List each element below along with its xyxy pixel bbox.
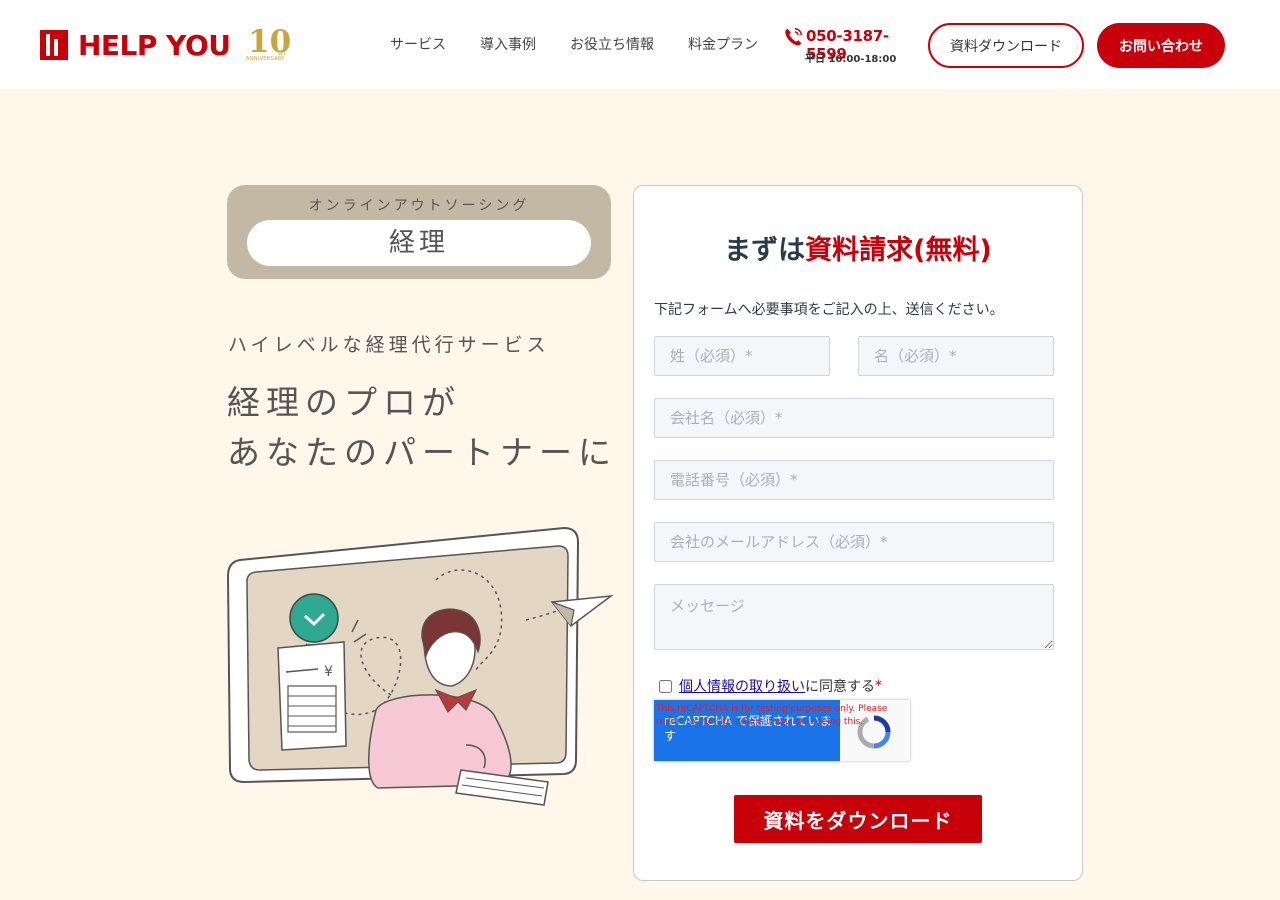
phone-icon [785,28,802,46]
email-field[interactable] [654,522,1054,562]
hero-tagline: ハイレベルな経理代行サービス [228,334,550,356]
logo-text: HELP YOU [78,28,231,62]
download-submit-button[interactable]: 資料をダウンロード [734,795,982,843]
form-title-prefix: まずは [724,235,806,266]
form-title-highlight: 資料請求(無料) [805,235,992,266]
logo-mark-icon [40,30,68,60]
form-description: 下記フォームへ必要事項をご記入の上、送信ください。 [654,302,1004,318]
phone-hours: 平日 10:00-18:00 [805,54,897,65]
required-marker: * [875,678,882,694]
recaptcha-test-warning: This reCAPTCHA is for testing purposes o… [656,704,888,727]
phone-field[interactable] [654,460,1054,500]
anniversary-label: ANNIVERSARY [246,56,285,62]
consent-text: に同意する [805,679,875,695]
nav-item-pricing[interactable]: 料金プラン [688,34,758,54]
site-logo[interactable]: HELP YOU 10 th ANNIVERSARY [40,24,291,66]
nav-item-services[interactable]: サービス [390,34,446,54]
badge-title: 経理 [247,220,591,266]
headline-line-2: あなたのパートナーに [227,433,617,472]
nav-item-resources[interactable]: お役立ち情報 [570,34,654,54]
accountant-illustration: ¥ [226,526,614,806]
company-name-field[interactable] [654,398,1054,438]
privacy-consent: 個人情報の取り扱い に同意する * [659,676,882,696]
headline-line-1: 経理のプロが [227,383,461,422]
message-field[interactable] [654,584,1054,650]
anniversary-emblem: 10 th ANNIVERSARY [246,24,292,66]
privacy-policy-link[interactable]: 個人情報の取り扱い [679,676,805,696]
service-badge: オンラインアウトソーシング 経理 [227,185,611,279]
last-name-field[interactable] [654,336,830,376]
svg-text:¥: ¥ [324,664,333,680]
privacy-consent-checkbox[interactable] [659,679,672,693]
nav-item-case-studies[interactable]: 導入事例 [480,34,536,54]
site-header: HELP YOU 10 th ANNIVERSARY サービス 導入事例 お役立… [0,0,1280,89]
badge-subtitle: オンラインアウトソーシング [308,198,530,214]
document-request-form: まずは資料請求(無料) 下記フォームへ必要事項をご記入の上、送信ください。 個人… [633,185,1083,881]
contact-button[interactable]: お問い合わせ [1097,23,1225,68]
phone-contact[interactable]: 050-3187-5599 平日 10:00-18:00 [782,25,912,65]
download-docs-button[interactable]: 資料ダウンロード [928,23,1084,68]
recaptcha-widget[interactable]: reCAPTCHA で保護されています This reCAPTCHA is fo… [654,700,910,761]
first-name-field[interactable] [858,336,1054,376]
hero-headline: 経理のプロが あなたのパートナーに [227,378,617,478]
form-title: まずは資料請求(無料) [634,228,1082,267]
